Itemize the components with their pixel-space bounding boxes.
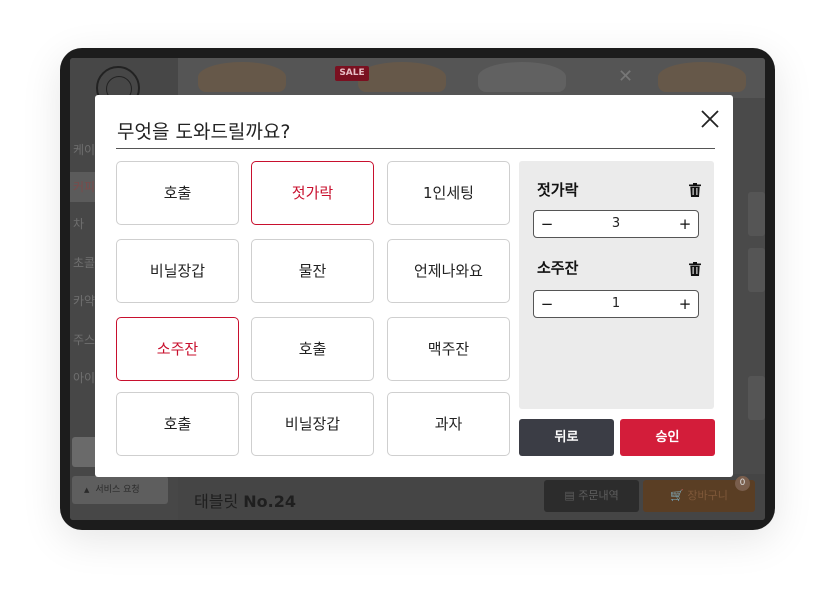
close-icon[interactable] — [698, 107, 722, 131]
option-call[interactable]: 호출 — [116, 392, 239, 456]
increase-button[interactable]: + — [672, 211, 698, 237]
menu-item-image[interactable] — [658, 62, 746, 92]
back-button[interactable]: 뒤로 — [519, 419, 614, 456]
selected-items-panel: 젓가락 − 3 + 소주잔 − 1 + — [519, 161, 714, 409]
option-vinyl-gloves[interactable]: 비닐장갑 — [251, 392, 374, 456]
bottom-bar: 태블릿 No.24 ▤ 주문내역 🛒 장바구니 0 — [178, 474, 765, 520]
category-item[interactable]: 차 — [70, 209, 96, 239]
quantity-stepper: − 3 + — [533, 210, 699, 238]
menu-card[interactable] — [748, 376, 765, 420]
service-request-button[interactable]: 서비스 요청 — [72, 476, 168, 504]
modal-title: 무엇을 도와드릴까요? — [117, 121, 291, 143]
category-item[interactable]: 케이 — [70, 135, 96, 165]
order-history-button[interactable]: ▤ 주문내역 — [544, 480, 639, 512]
selected-item-name: 소주잔 — [537, 259, 579, 277]
option-call[interactable]: 호출 — [251, 317, 374, 381]
cart-count-badge: 0 — [735, 476, 750, 491]
request-options-grid: 호출 젓가락 1인세팅 비닐장갑 물잔 언제나와요 소주잔 호출 맥주잔 호출 … — [116, 161, 510, 457]
menu-item-image[interactable] — [478, 62, 566, 92]
option-soju-glass[interactable]: 소주잔 — [116, 317, 239, 381]
quantity-stepper: − 1 + — [533, 290, 699, 318]
selected-item-name: 젓가락 — [537, 181, 579, 199]
category-item[interactable]: 아이 — [70, 363, 96, 393]
option-chopsticks[interactable]: 젓가락 — [251, 161, 374, 225]
option-snacks[interactable]: 과자 — [387, 392, 510, 456]
menu-item-image[interactable] — [358, 62, 446, 92]
increase-button[interactable]: + — [672, 291, 698, 317]
trash-icon[interactable] — [689, 261, 701, 276]
approve-button[interactable]: 승인 — [620, 419, 715, 456]
sale-badge: SALE — [335, 66, 369, 81]
quantity-value: 3 — [611, 216, 621, 231]
decrease-button[interactable]: − — [534, 291, 560, 317]
decrease-button[interactable]: − — [534, 211, 560, 237]
category-item-active[interactable]: 커피 — [70, 172, 96, 202]
category-item[interactable]: 카약 — [70, 286, 96, 316]
divider — [116, 148, 715, 149]
menu-row: SALE ✕ — [178, 58, 765, 98]
category-item[interactable]: 주스 — [70, 325, 96, 355]
menu-card[interactable] — [748, 192, 765, 236]
menu-card[interactable] — [748, 248, 765, 292]
menu-item-image[interactable] — [198, 62, 286, 92]
option-vinyl-gloves[interactable]: 비닐장갑 — [116, 239, 239, 303]
option-call[interactable]: 호출 — [116, 161, 239, 225]
trash-icon[interactable] — [689, 182, 701, 197]
option-water-cup[interactable]: 물잔 — [251, 239, 374, 303]
option-when-ready[interactable]: 언제나와요 — [387, 239, 510, 303]
service-request-modal: 무엇을 도와드릴까요? 호출 젓가락 1인세팅 비닐장갑 물잔 언제나와요 소주… — [95, 95, 733, 477]
option-beer-glass[interactable]: 맥주잔 — [387, 317, 510, 381]
close-icon[interactable]: ✕ — [618, 66, 633, 87]
option-single-setting[interactable]: 1인세팅 — [387, 161, 510, 225]
table-label: 태블릿 No.24 — [194, 492, 296, 511]
quantity-value: 1 — [611, 296, 621, 311]
category-item[interactable]: 초콜 — [70, 248, 96, 278]
